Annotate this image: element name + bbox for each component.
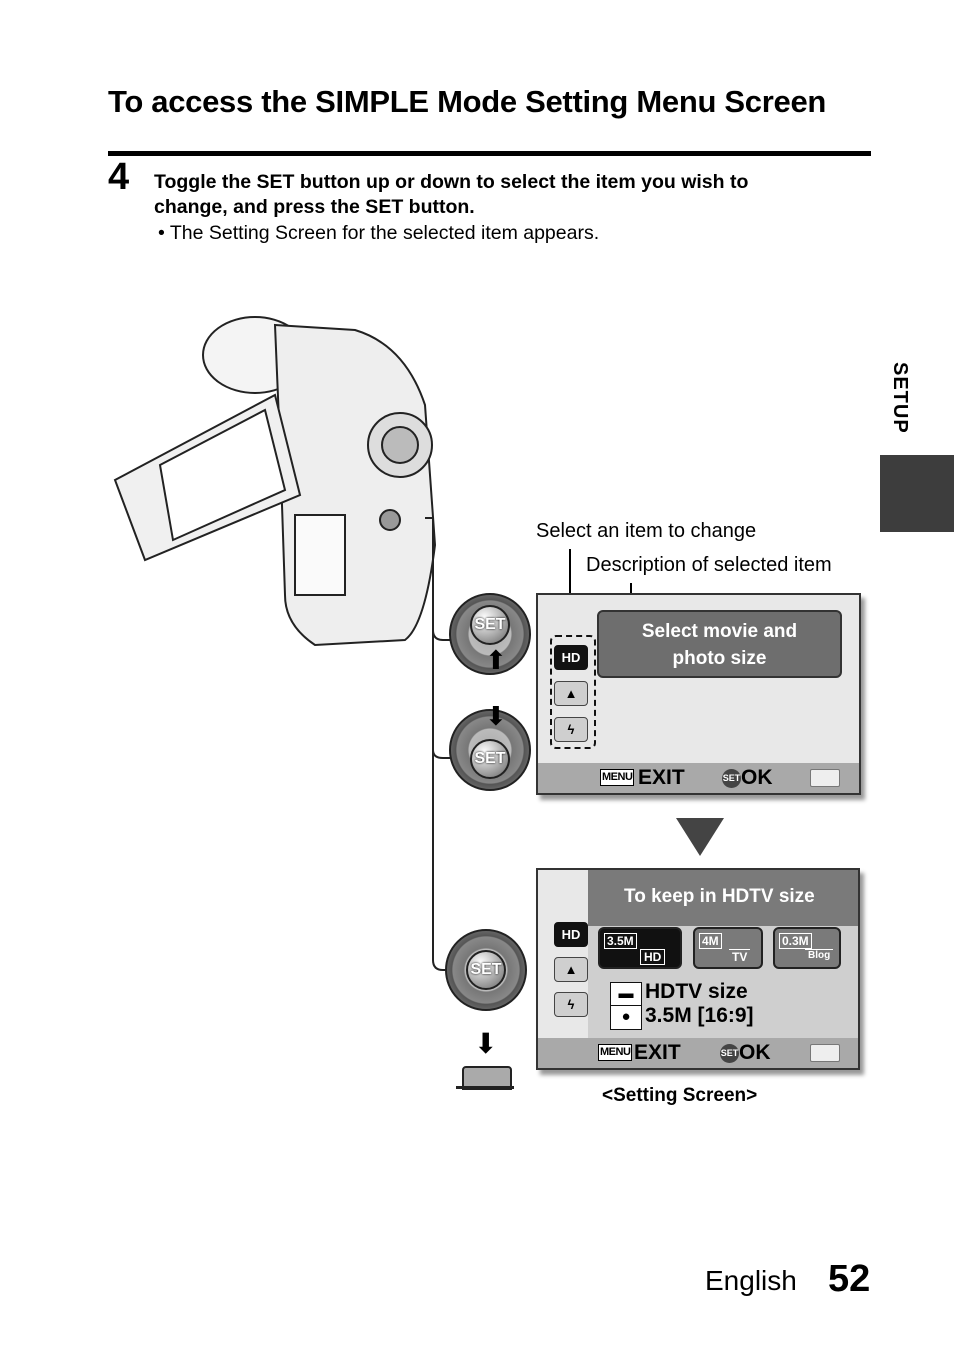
page-title: To access the SIMPLE Mode Setting Menu S… [108, 84, 827, 119]
triangle-down-icon [676, 818, 724, 856]
exit-label[interactable]: EXIT [638, 766, 685, 790]
menu-screen: HD ▲ ϟ Select movie and photo size MENU … [536, 593, 861, 795]
photo-camera-icon: ● [621, 1008, 631, 1025]
step-number: 4 [108, 156, 130, 198]
menu-item-flash[interactable]: ϟ [554, 992, 588, 1017]
set-button[interactable]: SET [470, 739, 510, 779]
page-number: 52 [828, 1258, 871, 1300]
option-0-3m-blog[interactable]: 0.3M Blog [773, 927, 841, 969]
bottom-bar: MENU EXIT SET OK [538, 1038, 858, 1068]
callout-select-item: Select an item to change [536, 520, 757, 542]
title-rule [108, 151, 871, 156]
flash-icon: ϟ [567, 997, 575, 1012]
bottom-bar: MENU EXIT SET OK [538, 763, 859, 793]
ok-label[interactable]: OK [741, 766, 773, 790]
setting-header: To keep in HDTV size [624, 886, 815, 907]
option-photo-size: 3.5M [604, 933, 637, 949]
side-tab-marker [880, 455, 954, 532]
step-instruction-line2: change, and press the SET button. [154, 196, 475, 218]
set-key-icon: SET [722, 769, 741, 788]
menu-key-icon: MENU [598, 1044, 633, 1061]
arrow-up-icon: ⬆ [485, 645, 507, 675]
menu-item-hd[interactable]: HD [554, 922, 588, 947]
menu-item-hd[interactable]: HD [554, 645, 588, 670]
setting-screen: To keep in HDTV size HD ▲ ϟ 3.5M HD 4M T… [536, 868, 860, 1070]
option-video-size: Blog [805, 949, 834, 961]
set-dial-down[interactable]: ⬇ SET [449, 703, 531, 791]
step-bullet: • The Setting Screen for the selected it… [158, 222, 600, 244]
scene-icon: ▲ [564, 686, 578, 701]
set-button[interactable]: SET [466, 950, 506, 990]
option-4m-tv[interactable]: 4M TV [693, 927, 763, 969]
callout-description: Description of selected item [586, 554, 832, 576]
option-video-size: TV [729, 949, 751, 964]
info-photo-size: 3.5M [16:9] [645, 1004, 754, 1027]
menu-item-scene[interactable]: ▲ [554, 957, 588, 982]
option-photo-size: 4M [699, 933, 722, 949]
option-3-5m-hd[interactable]: 3.5M HD [598, 927, 682, 969]
set-button[interactable]: SET [470, 605, 510, 645]
battery-icon [810, 1044, 840, 1062]
arrow-down-icon: ⬇ [485, 701, 507, 731]
info-icons: ▬ ● [610, 982, 642, 1030]
menu-key-icon: MENU [600, 769, 635, 786]
video-camera-icon: ▬ [611, 983, 641, 1006]
camera-illustration [113, 316, 437, 647]
exit-label[interactable]: EXIT [634, 1041, 681, 1065]
press-base [456, 1086, 514, 1089]
menu-item-scene[interactable]: ▲ [554, 681, 588, 706]
option-video-size: HD [640, 949, 666, 965]
scene-icon: ▲ [564, 962, 578, 977]
description-line2: photo size [672, 648, 767, 669]
side-tab-label: SETUP [889, 362, 911, 434]
flash-icon: ϟ [567, 722, 575, 737]
set-key-icon: SET [720, 1044, 739, 1063]
set-dial-press[interactable]: SET [445, 929, 527, 1011]
ok-label[interactable]: OK [739, 1041, 771, 1065]
footer-language: English [705, 1265, 797, 1296]
description-box: Select movie and photo size [597, 610, 842, 678]
option-photo-size: 0.3M [779, 933, 812, 949]
set-dial-up[interactable]: SET ⬆ [449, 593, 531, 675]
setting-screen-caption: <Setting Screen> [602, 1085, 758, 1106]
press-arrow-icon: ⬇ [474, 1028, 498, 1059]
description-line1: Select movie and [641, 621, 798, 642]
info-video-size: HDTV size [645, 980, 748, 1003]
step-instruction-line1: Toggle the SET button up or down to sele… [154, 171, 749, 193]
battery-icon [810, 769, 840, 787]
menu-item-flash[interactable]: ϟ [554, 717, 588, 742]
